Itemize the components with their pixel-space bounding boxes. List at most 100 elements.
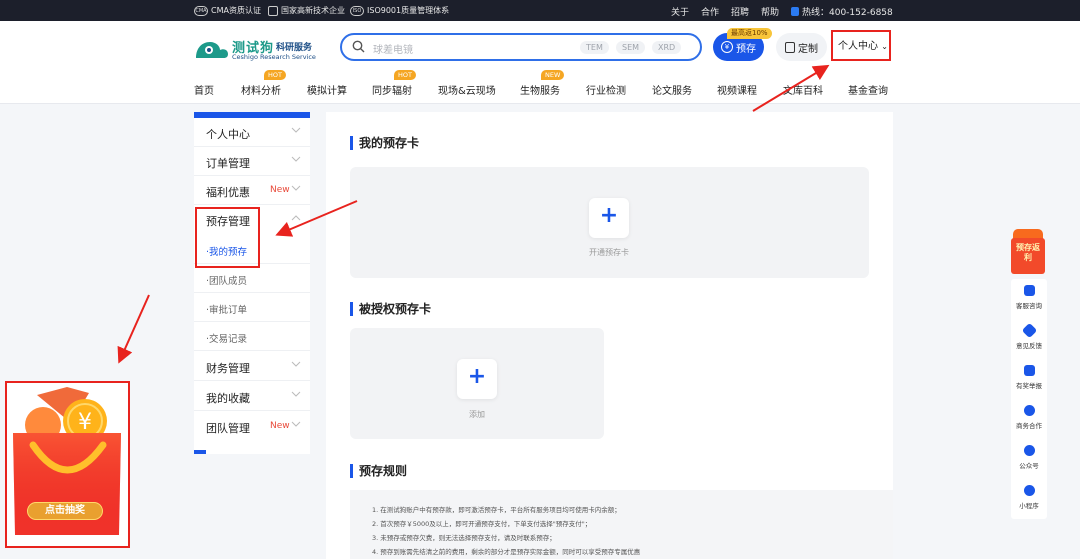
search-chip-xrd[interactable]: XRD — [652, 41, 682, 54]
rb-label: 客服咨询 — [1016, 302, 1042, 310]
custom-button-label: 定制 — [798, 43, 818, 55]
lottery-widget[interactable]: ¥ 点击抽奖 — [5, 381, 130, 548]
sidebar-sub-transactions[interactable]: ·交易记录 — [194, 322, 310, 351]
sidebar-sub-label: ·团队成员 — [206, 276, 248, 287]
nav-home[interactable]: 首页 — [194, 82, 214, 97]
rules-title: 预存规则 — [350, 464, 407, 478]
prestore-rebate-gift[interactable]: 预存返利 — [1009, 229, 1047, 275]
search-input[interactable]: 球差电镜 — [373, 41, 413, 56]
phone-icon — [791, 7, 799, 16]
open-card-label: 开通预存卡 — [589, 248, 629, 257]
search-box[interactable]: 球差电镜 TEM SEM XRD — [340, 33, 702, 61]
hitech-icon — [268, 5, 278, 16]
sidebar-item-label: 财务管理 — [206, 362, 250, 375]
help-link[interactable]: 帮助 — [761, 5, 779, 18]
right-float-bar: 预存返利 客服咨询 意见反馈 有奖举报 商务合作 公众号 小程序 — [1009, 229, 1047, 519]
nav-synchrotron[interactable]: 同步辐射 — [372, 82, 412, 97]
right-tools-panel: 客服咨询 意见反馈 有奖举报 商务合作 公众号 小程序 — [1011, 279, 1047, 519]
nav-bio[interactable]: 生物服务 — [520, 82, 560, 97]
sidebar-bottom-accent — [194, 450, 206, 454]
feedback-icon — [1021, 322, 1038, 339]
iso-cert: ISO ISO9001质量管理体系 — [350, 5, 449, 16]
arrow-to-lottery — [117, 294, 150, 364]
sidebar-item-personal[interactable]: 个人中心 — [194, 118, 310, 147]
rules-box: 1. 在测试狗账户中有预存款，即可激活预存卡，平台所有服务项目均可使用卡内余额；… — [350, 490, 893, 559]
open-card-box[interactable]: + 开通预存卡 — [350, 167, 869, 278]
report-icon — [1024, 365, 1035, 376]
my-cards-title: 我的预存卡 — [350, 136, 419, 150]
sidebar-item-label: 个人中心 — [206, 128, 250, 141]
sidebar-sub-team-members[interactable]: ·团队成员 — [194, 264, 310, 293]
chevron-up-icon — [291, 215, 301, 221]
ceshigo-logo[interactable]: 测试狗 科研服务 Ceshigo Research Service — [194, 36, 318, 62]
chevron-down-icon — [291, 127, 301, 133]
iso-icon: ISO — [350, 5, 364, 16]
sidebar-sub-approve-orders[interactable]: ·审批订单 — [194, 293, 310, 322]
sidebar-item-finance[interactable]: 财务管理 — [194, 352, 310, 381]
wechat-icon — [1024, 445, 1035, 456]
logo-en-text: Ceshigo Research Service — [232, 53, 316, 61]
add-card-box[interactable]: + 添加 — [350, 328, 604, 439]
promo-badge: 最高返10% — [727, 28, 772, 39]
search-icon — [352, 40, 365, 53]
annotation-box-prestore — [195, 207, 260, 268]
gift-text: 预存返利 — [1016, 243, 1040, 262]
report-button[interactable]: 有奖举报 — [1011, 359, 1047, 399]
custom-button[interactable]: 定制 — [776, 33, 827, 61]
search-chip-tem[interactable]: TEM — [580, 41, 609, 54]
cma-cert: CMA CMA资质认证 — [194, 5, 261, 16]
hitech-cert-label: 国家高新技术企业 — [281, 6, 345, 15]
yen-icon: ¥ — [721, 41, 733, 53]
sidebar-sub-label: ·交易记录 — [206, 334, 248, 345]
sidebar-item-team[interactable]: 团队管理 New — [194, 412, 310, 441]
mini-program-button[interactable]: 小程序 — [1011, 479, 1047, 519]
about-link[interactable]: 关于 — [671, 5, 689, 18]
top-info-bar: CMA CMA资质认证 国家高新技术企业 ISO ISO9001质量管理体系 关… — [0, 0, 1080, 21]
sidebar-item-label: 团队管理 — [206, 422, 250, 435]
nav-industry[interactable]: 行业检测 — [586, 82, 626, 97]
add-card-button[interactable]: + — [457, 359, 497, 399]
sidebar-item-welfare[interactable]: 福利优惠 New — [194, 176, 310, 205]
logo-service-text: 科研服务 — [276, 43, 313, 53]
sidebar-item-label: 福利优惠 — [206, 186, 250, 199]
new-badge: New — [270, 185, 290, 195]
nav-fund[interactable]: 基金查询 — [848, 82, 888, 97]
customer-service-button[interactable]: 客服咨询 — [1011, 279, 1047, 319]
rb-label: 商务合作 — [1016, 422, 1042, 430]
sidebar-sub-label: ·审批订单 — [206, 305, 248, 316]
rb-label: 公众号 — [1019, 462, 1039, 470]
nav-simulation[interactable]: 模拟计算 — [307, 82, 347, 97]
cma-cert-label: CMA资质认证 — [211, 6, 261, 15]
miniprogram-icon — [1024, 485, 1035, 496]
chat-icon — [1024, 285, 1035, 296]
business-button[interactable]: 商务合作 — [1011, 399, 1047, 439]
sidebar-item-favorites[interactable]: 我的收藏 — [194, 382, 310, 411]
sidebar-item-label: 订单管理 — [206, 157, 250, 170]
jobs-link[interactable]: 招聘 — [731, 5, 749, 18]
wechat-account-button[interactable]: 公众号 — [1011, 439, 1047, 479]
search-chip-sem[interactable]: SEM — [616, 41, 646, 54]
sidebar-item-orders[interactable]: 订单管理 — [194, 147, 310, 176]
nav-onsite[interactable]: 现场&云现场 — [438, 82, 496, 97]
nav-material-analysis[interactable]: 材料分析 — [241, 82, 281, 97]
chevron-down-icon — [291, 185, 301, 191]
hot-tag: HOT — [264, 70, 286, 80]
nav-paper[interactable]: 论文服务 — [652, 82, 692, 97]
sidebar-item-label: 我的收藏 — [206, 392, 250, 405]
chevron-down-icon — [291, 156, 301, 162]
rb-label: 小程序 — [1019, 502, 1039, 510]
lottery-button[interactable]: 点击抽奖 — [27, 502, 103, 520]
nav-video[interactable]: 视频课程 — [717, 82, 757, 97]
open-card-button[interactable]: + — [589, 198, 629, 238]
lottery-bag-icon: ¥ — [13, 387, 121, 535]
chevron-down-icon — [291, 361, 301, 367]
cooperation-link[interactable]: 合作 — [701, 5, 719, 18]
new-badge: New — [270, 421, 290, 431]
plus-icon: + — [467, 364, 487, 389]
feedback-button[interactable]: 意见反馈 — [1011, 319, 1047, 359]
chevron-down-icon — [291, 421, 301, 427]
logo-mark-icon — [196, 42, 228, 58]
handshake-icon — [1024, 405, 1035, 416]
nav-wiki[interactable]: 文库百科 — [783, 82, 823, 97]
cma-icon: CMA — [194, 5, 208, 16]
